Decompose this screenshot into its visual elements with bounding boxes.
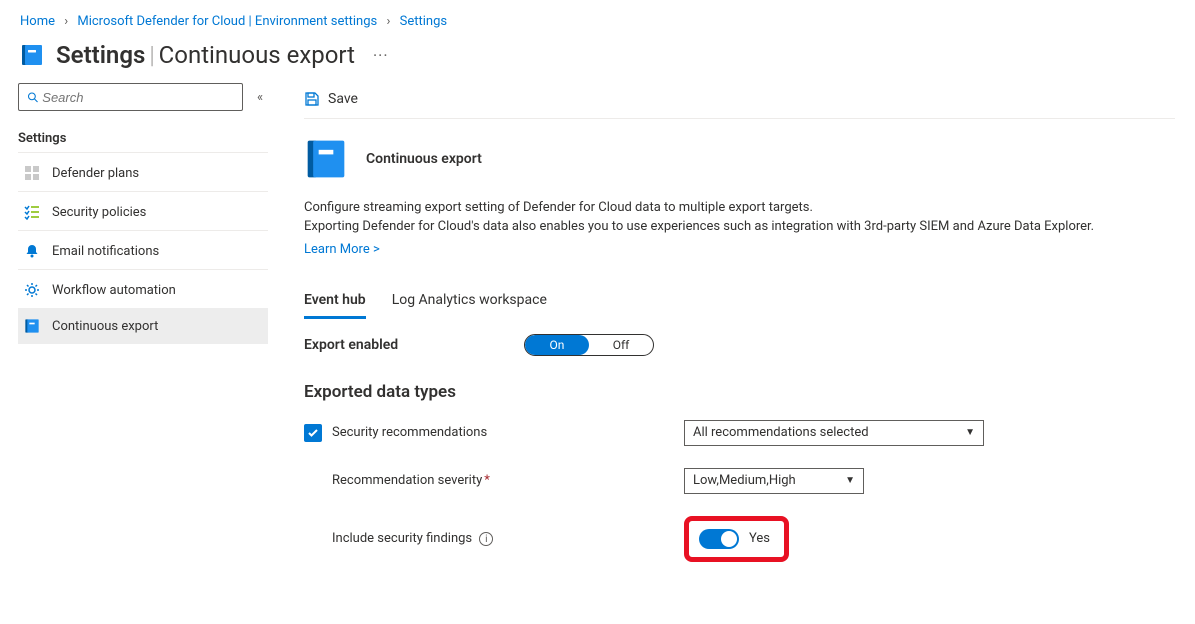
severity-dropdown[interactable]: Low,Medium,High ▼ (684, 468, 864, 494)
security-recommendations-checkbox[interactable] (304, 424, 322, 442)
sidebar-item-workflow-automation[interactable]: Workflow automation (18, 272, 268, 308)
highlight-annotation: Yes (684, 516, 789, 562)
check-icon (307, 427, 319, 439)
toggle-on[interactable]: On (525, 335, 589, 355)
breadcrumb-sep: › (386, 14, 390, 29)
recommendation-severity-label: Recommendation severity* (304, 473, 684, 488)
sidebar: « Settings Defender plans Security polic… (0, 83, 280, 562)
chevron-down-icon: ▼ (845, 475, 855, 486)
book-icon (20, 43, 44, 67)
sidebar-item-security-policies[interactable]: Security policies (18, 194, 268, 230)
breadcrumb-item-home[interactable]: Home (20, 14, 55, 29)
learn-more-link[interactable]: Learn More > (304, 241, 380, 260)
page-title-row: Settings|Continuous export ··· (0, 35, 1195, 83)
tab-event-hub[interactable]: Event hub (304, 286, 366, 319)
include-findings-toggle[interactable] (699, 529, 739, 549)
exported-data-types-heading: Exported data types (304, 382, 1175, 402)
breadcrumb-item-settings[interactable]: Settings (400, 14, 447, 29)
section-title: Continuous export (366, 151, 482, 167)
tab-log-analytics[interactable]: Log Analytics workspace (392, 286, 547, 319)
tabs: Event hub Log Analytics workspace (304, 286, 1175, 320)
toggle-off[interactable]: Off (589, 335, 653, 355)
book-icon (24, 318, 40, 334)
page-title: Settings|Continuous export (56, 41, 355, 69)
export-enabled-label: Export enabled (304, 337, 484, 353)
info-icon[interactable]: i (479, 532, 493, 546)
sidebar-item-email-notifications[interactable]: Email notifications (18, 233, 268, 269)
sidebar-item-continuous-export[interactable]: Continuous export (18, 308, 268, 344)
content: Save Continuous export Configure streami… (280, 83, 1195, 562)
section-description: Configure streaming export setting of De… (304, 199, 1175, 260)
sidebar-heading: Settings (18, 127, 268, 153)
sidebar-item-defender-plans[interactable]: Defender plans (18, 155, 268, 191)
security-recommendations-label: Security recommendations (332, 425, 487, 440)
collapse-sidebar-button[interactable]: « (257, 90, 263, 105)
breadcrumb: Home › Microsoft Defender for Cloud | En… (0, 0, 1195, 35)
save-icon (304, 91, 320, 107)
grid-icon (24, 165, 40, 181)
breadcrumb-item-defender[interactable]: Microsoft Defender for Cloud | Environme… (77, 14, 377, 29)
book-icon (304, 137, 348, 181)
search-icon (27, 91, 39, 104)
include-findings-value: Yes (749, 531, 770, 546)
recommendations-dropdown[interactable]: All recommendations selected ▼ (684, 420, 984, 446)
more-button[interactable]: ··· (373, 46, 389, 65)
include-security-findings-label: Include security findings i (304, 531, 684, 547)
chevron-down-icon: ▼ (965, 427, 975, 438)
bell-icon (24, 243, 40, 259)
search-input[interactable] (18, 83, 243, 111)
save-button[interactable]: Save (304, 91, 358, 107)
breadcrumb-sep: › (64, 14, 68, 29)
export-enabled-toggle[interactable]: On Off (524, 334, 654, 356)
gear-icon (24, 282, 40, 298)
checklist-icon (24, 204, 40, 220)
